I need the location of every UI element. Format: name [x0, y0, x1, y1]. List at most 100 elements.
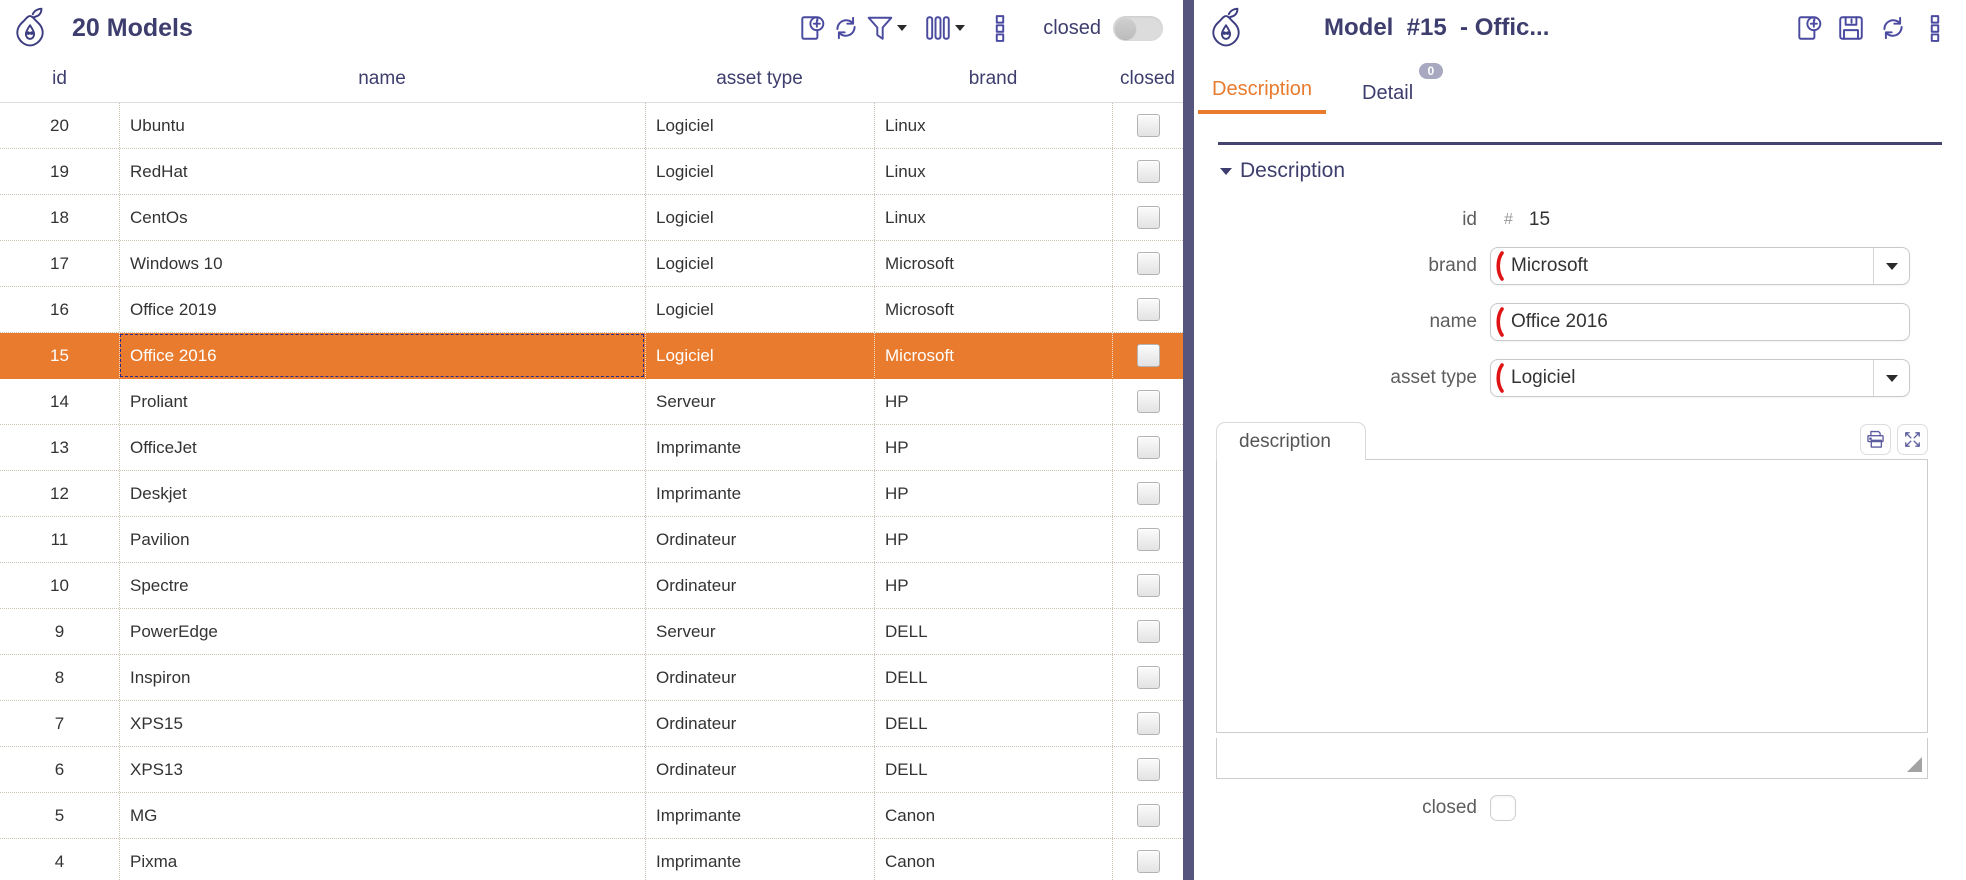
cell-name[interactable]: Windows 10	[119, 241, 645, 286]
asset-type-dropdown-button[interactable]	[1873, 360, 1909, 396]
list-more-menu-button[interactable]	[983, 11, 1017, 45]
cell-name[interactable]: Deskjet	[119, 471, 645, 516]
table-row[interactable]: 20UbuntuLogicielLinux	[0, 103, 1183, 149]
cell-brand[interactable]: HP	[874, 517, 1112, 562]
columns-dropdown-caret-icon[interactable]	[955, 25, 965, 31]
refresh-button[interactable]	[829, 11, 863, 45]
row-closed-checkbox[interactable]	[1137, 804, 1160, 827]
cell-closed[interactable]	[1112, 747, 1183, 792]
table-row[interactable]: 17Windows 10LogicielMicrosoft	[0, 241, 1183, 287]
table-row[interactable]: 10SpectreOrdinateurHP	[0, 563, 1183, 609]
cell-brand[interactable]: DELL	[874, 655, 1112, 700]
cell-asset-type[interactable]: Ordinateur	[645, 563, 874, 608]
cell-closed[interactable]	[1112, 379, 1183, 424]
row-closed-checkbox[interactable]	[1137, 114, 1160, 137]
cell-brand[interactable]: Linux	[874, 195, 1112, 240]
cell-name[interactable]: Ubuntu	[119, 103, 645, 148]
cell-asset-type[interactable]: Imprimante	[645, 839, 874, 880]
description-section-header[interactable]: Description	[1220, 159, 1966, 183]
cell-brand[interactable]: DELL	[874, 609, 1112, 654]
cell-closed[interactable]	[1112, 425, 1183, 470]
cell-name[interactable]: RedHat	[119, 149, 645, 194]
column-header-brand[interactable]: brand	[874, 68, 1112, 90]
cell-asset-type[interactable]: Logiciel	[645, 149, 874, 194]
cell-asset-type[interactable]: Logiciel	[645, 103, 874, 148]
cell-brand[interactable]: Microsoft	[874, 241, 1112, 286]
cell-id[interactable]: 5	[0, 793, 119, 838]
row-closed-checkbox[interactable]	[1137, 206, 1160, 229]
cell-name[interactable]: Inspiron	[119, 655, 645, 700]
table-row[interactable]: 18CentOsLogicielLinux	[0, 195, 1183, 241]
cell-brand[interactable]: Canon	[874, 793, 1112, 838]
row-closed-checkbox[interactable]	[1137, 252, 1160, 275]
row-closed-checkbox[interactable]	[1137, 712, 1160, 735]
cell-name[interactable]: XPS15	[119, 701, 645, 746]
table-row[interactable]: 9PowerEdgeServeurDELL	[0, 609, 1183, 655]
cell-name[interactable]: OfficeJet	[119, 425, 645, 470]
row-closed-checkbox[interactable]	[1137, 344, 1160, 367]
detail-refresh-button[interactable]	[1876, 11, 1910, 45]
cell-id[interactable]: 4	[0, 839, 119, 880]
cell-closed[interactable]	[1112, 517, 1183, 562]
filter-dropdown-caret-icon[interactable]	[897, 25, 907, 31]
cell-brand[interactable]: HP	[874, 471, 1112, 516]
name-input[interactable]: Office 2016	[1490, 303, 1910, 341]
cell-asset-type[interactable]: Logiciel	[645, 241, 874, 286]
table-row[interactable]: 4PixmaImprimanteCanon	[0, 839, 1183, 880]
add-record-button[interactable]	[795, 11, 829, 45]
filter-button[interactable]	[863, 11, 897, 45]
cell-closed[interactable]	[1112, 149, 1183, 194]
cell-name[interactable]: Office 2019	[119, 287, 645, 332]
row-closed-checkbox[interactable]	[1137, 160, 1160, 183]
cell-asset-type[interactable]: Ordinateur	[645, 747, 874, 792]
cell-closed[interactable]	[1112, 701, 1183, 746]
cell-brand[interactable]: Canon	[874, 839, 1112, 880]
cell-id[interactable]: 13	[0, 425, 119, 470]
column-header-closed[interactable]: closed	[1112, 68, 1183, 90]
cell-closed[interactable]	[1112, 287, 1183, 332]
cell-brand[interactable]: Microsoft	[874, 333, 1112, 378]
table-row[interactable]: 11PavilionOrdinateurHP	[0, 517, 1183, 563]
cell-id[interactable]: 16	[0, 287, 119, 332]
cell-brand[interactable]: HP	[874, 563, 1112, 608]
cell-id[interactable]: 6	[0, 747, 119, 792]
cell-id[interactable]: 8	[0, 655, 119, 700]
table-row[interactable]: 19RedHatLogicielLinux	[0, 149, 1183, 195]
table-row[interactable]: 7XPS15OrdinateurDELL	[0, 701, 1183, 747]
cell-name[interactable]: Spectre	[119, 563, 645, 608]
column-header-asset-type[interactable]: asset type	[645, 68, 874, 90]
resize-grip-icon[interactable]	[1907, 757, 1922, 772]
closed-filter-toggle[interactable]	[1113, 16, 1163, 41]
cell-name[interactable]: PowerEdge	[119, 609, 645, 654]
table-row[interactable]: 6XPS13OrdinateurDELL	[0, 747, 1183, 793]
cell-closed[interactable]	[1112, 195, 1183, 240]
cell-asset-type[interactable]: Logiciel	[645, 333, 874, 378]
row-closed-checkbox[interactable]	[1137, 574, 1160, 597]
cell-asset-type[interactable]: Imprimante	[645, 793, 874, 838]
cell-name[interactable]: MG	[119, 793, 645, 838]
table-row[interactable]: 15Office 2016LogicielMicrosoft	[0, 333, 1183, 379]
cell-closed[interactable]	[1112, 839, 1183, 880]
cell-closed[interactable]	[1112, 241, 1183, 286]
row-closed-checkbox[interactable]	[1137, 850, 1160, 873]
cell-id[interactable]: 7	[0, 701, 119, 746]
cell-closed[interactable]	[1112, 609, 1183, 654]
cell-brand[interactable]: DELL	[874, 701, 1112, 746]
cell-name[interactable]: Proliant	[119, 379, 645, 424]
cell-closed[interactable]	[1112, 471, 1183, 516]
cell-brand[interactable]: HP	[874, 425, 1112, 470]
table-row[interactable]: 13OfficeJetImprimanteHP	[0, 425, 1183, 471]
cell-asset-type[interactable]: Ordinateur	[645, 517, 874, 562]
cell-brand[interactable]: HP	[874, 379, 1112, 424]
table-row[interactable]: 8InspironOrdinateurDELL	[0, 655, 1183, 701]
cell-asset-type[interactable]: Serveur	[645, 379, 874, 424]
cell-brand[interactable]: Linux	[874, 149, 1112, 194]
table-row[interactable]: 14ProliantServeurHP	[0, 379, 1183, 425]
cell-name[interactable]: Pavilion	[119, 517, 645, 562]
tab-description[interactable]: Description	[1198, 72, 1326, 114]
description-textarea[interactable]	[1216, 459, 1928, 733]
print-button[interactable]	[1860, 424, 1891, 455]
cell-asset-type[interactable]: Imprimante	[645, 471, 874, 516]
cell-asset-type[interactable]: Ordinateur	[645, 701, 874, 746]
table-row[interactable]: 5MGImprimanteCanon	[0, 793, 1183, 839]
